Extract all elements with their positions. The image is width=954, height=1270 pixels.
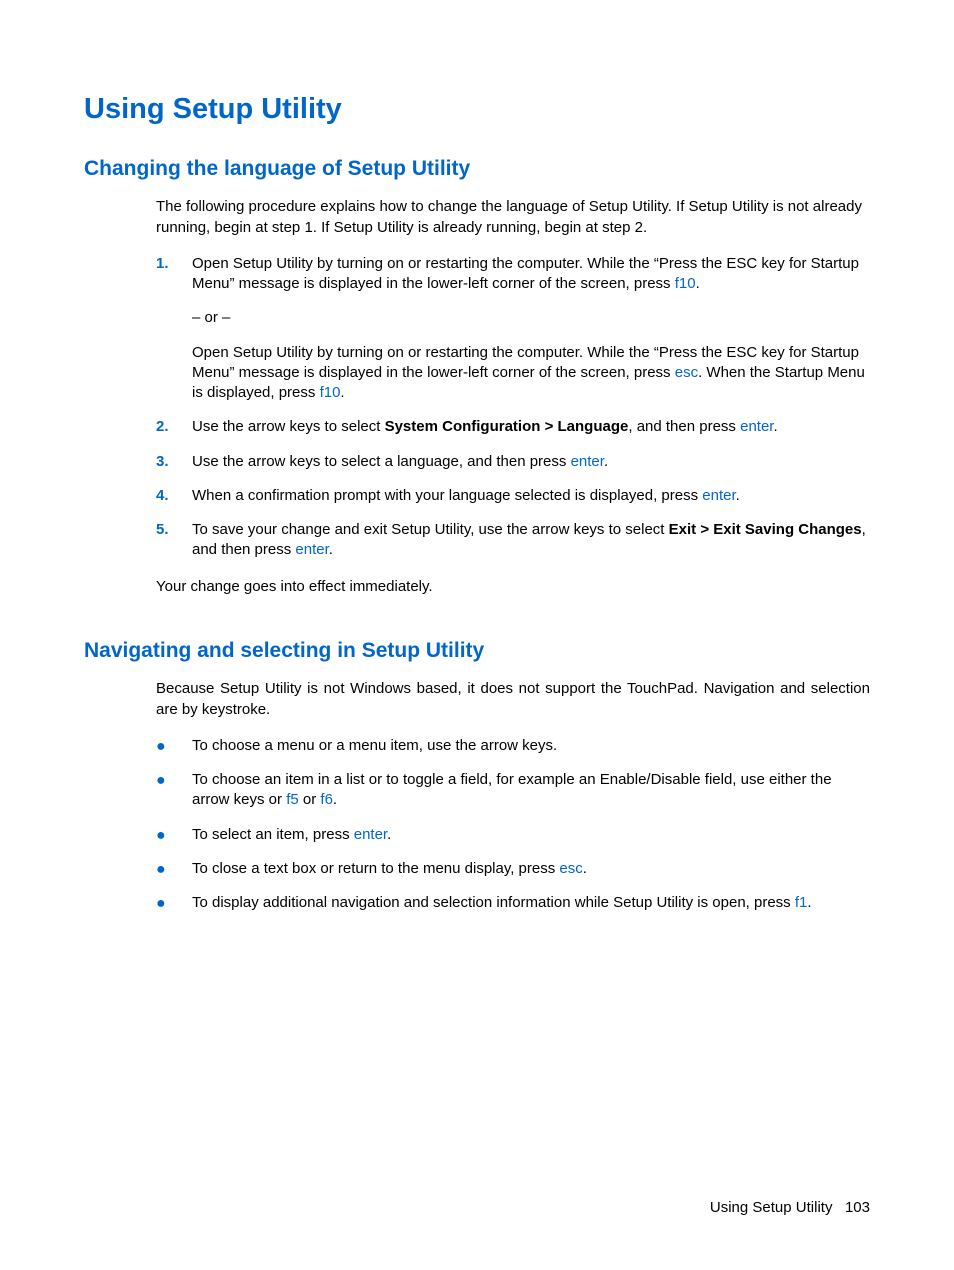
bold-text: Exit > Exit Saving Changes <box>669 521 862 538</box>
bullet-list: ● To choose a menu or a menu item, use t… <box>156 736 870 914</box>
bullet-content: To close a text box or return to the men… <box>192 859 587 879</box>
text: To select an item, press <box>192 826 354 843</box>
footer-label: Using Setup Utility <box>710 1199 833 1216</box>
text: Open Setup Utility by turning on or rest… <box>192 255 859 292</box>
bullet-content: To choose an item in a list or to toggle… <box>192 770 870 811</box>
text: . <box>807 894 811 911</box>
list-item: ● To select an item, press enter. <box>156 825 870 845</box>
key-enter: enter <box>740 418 773 435</box>
or-divider: – or – <box>192 308 870 328</box>
step-number: 2. <box>156 417 192 437</box>
outro-changing: Your change goes into effect immediately… <box>156 577 870 597</box>
page-footer: Using Setup Utility 103 <box>710 1198 870 1218</box>
steps-list: 1. Open Setup Utility by turning on or r… <box>156 254 870 561</box>
intro-changing: The following procedure explains how to … <box>156 197 870 238</box>
text: . <box>604 453 608 470</box>
text: Use the arrow keys to select a language,… <box>192 453 571 470</box>
text: . <box>696 275 700 292</box>
text: To close a text box or return to the men… <box>192 860 559 877</box>
key-enter: enter <box>295 541 328 558</box>
bullet-content: To display additional navigation and sel… <box>192 893 812 913</box>
heading-changing-language: Changing the language of Setup Utility <box>84 155 870 183</box>
step-1: 1. Open Setup Utility by turning on or r… <box>156 254 870 404</box>
bullet-icon: ● <box>156 736 192 756</box>
text: When a confirmation prompt with your lan… <box>192 487 702 504</box>
bullet-icon: ● <box>156 770 192 811</box>
list-item: ● To choose a menu or a menu item, use t… <box>156 736 870 756</box>
text: . <box>329 541 333 558</box>
bold-text: System Configuration > Language <box>385 418 629 435</box>
key-f5: f5 <box>286 791 299 808</box>
step-2: 2. Use the arrow keys to select System C… <box>156 417 870 437</box>
text: . <box>736 487 740 504</box>
step-number: 5. <box>156 520 192 561</box>
text: . <box>583 860 587 877</box>
bullet-icon: ● <box>156 825 192 845</box>
step-content: When a confirmation prompt with your lan… <box>192 486 740 506</box>
text: . <box>340 384 344 401</box>
key-f10: f10 <box>320 384 341 401</box>
step-number: 4. <box>156 486 192 506</box>
bullet-icon: ● <box>156 893 192 913</box>
text: or <box>299 791 321 808</box>
key-enter: enter <box>354 826 387 843</box>
key-f6: f6 <box>320 791 333 808</box>
key-esc: esc <box>675 364 698 381</box>
text: To save your change and exit Setup Utili… <box>192 521 669 538</box>
key-f1: f1 <box>795 894 808 911</box>
bullet-content: To select an item, press enter. <box>192 825 391 845</box>
step-3: 3. Use the arrow keys to select a langua… <box>156 452 870 472</box>
heading-navigating: Navigating and selecting in Setup Utilit… <box>84 637 870 665</box>
step-content: To save your change and exit Setup Utili… <box>192 520 870 561</box>
step-number: 3. <box>156 452 192 472</box>
page-number: 103 <box>845 1199 870 1216</box>
text: Use the arrow keys to select <box>192 418 385 435</box>
text: . <box>333 791 337 808</box>
key-enter: enter <box>702 487 735 504</box>
list-item: ● To display additional navigation and s… <box>156 893 870 913</box>
text: , and then press <box>628 418 740 435</box>
key-esc: esc <box>559 860 582 877</box>
step-content: Use the arrow keys to select System Conf… <box>192 417 778 437</box>
step-4: 4. When a confirmation prompt with your … <box>156 486 870 506</box>
step-5: 5. To save your change and exit Setup Ut… <box>156 520 870 561</box>
key-enter: enter <box>571 453 604 470</box>
text: To display additional navigation and sel… <box>192 894 795 911</box>
list-item: ● To close a text box or return to the m… <box>156 859 870 879</box>
text: . <box>387 826 391 843</box>
text: To choose a menu or a menu item, use the… <box>192 736 557 756</box>
list-item: ● To choose an item in a list or to togg… <box>156 770 870 811</box>
step-content: Use the arrow keys to select a language,… <box>192 452 608 472</box>
key-f10: f10 <box>675 275 696 292</box>
intro-navigating: Because Setup Utility is not Windows bas… <box>156 679 870 720</box>
step-number: 1. <box>156 254 192 404</box>
step-content: Open Setup Utility by turning on or rest… <box>192 254 870 404</box>
bullet-icon: ● <box>156 859 192 879</box>
page-title: Using Setup Utility <box>84 90 870 129</box>
text: . <box>773 418 777 435</box>
